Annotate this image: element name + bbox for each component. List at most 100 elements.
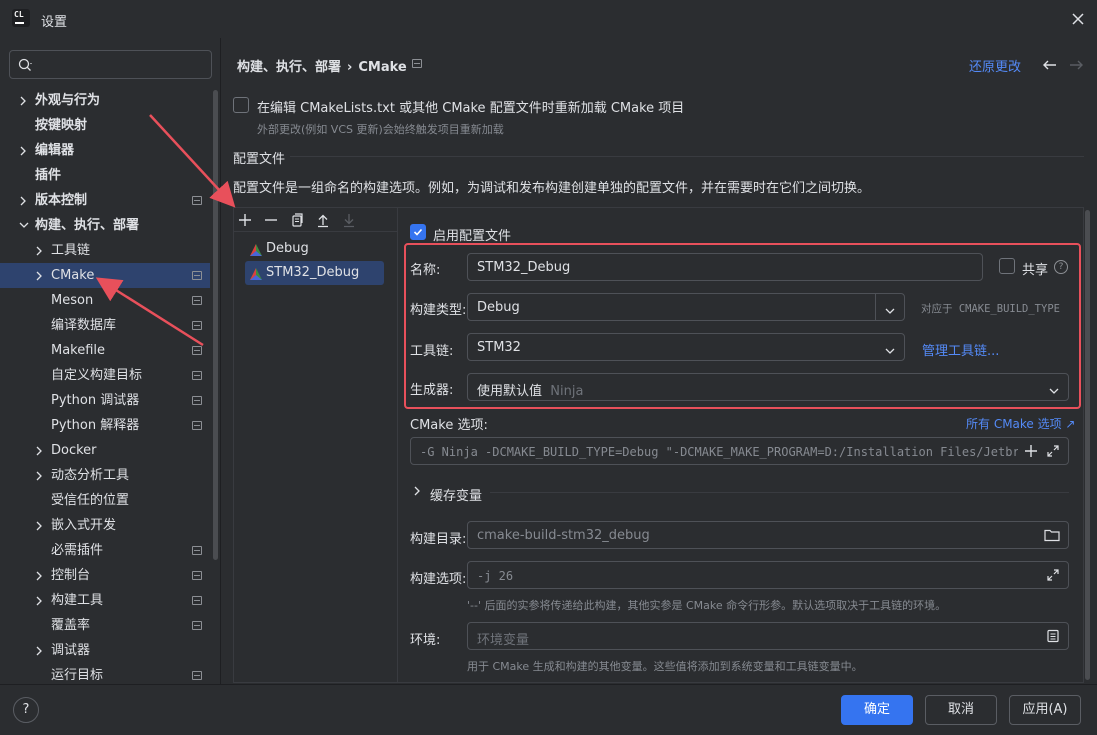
sidebar-item[interactable]: 必需插件 xyxy=(0,538,210,563)
sidebar-item-label: 外观与行为 xyxy=(35,93,101,108)
chevron-right-icon[interactable] xyxy=(33,238,45,263)
profile-name: Debug xyxy=(266,241,309,256)
breadcrumb-current: CMake xyxy=(358,60,407,75)
sidebar-item[interactable]: 嵌入式开发 xyxy=(0,513,210,538)
sidebar-item[interactable]: 运行目标 xyxy=(0,663,210,684)
toolchain-label: 工具链: xyxy=(410,344,454,359)
sidebar-item[interactable]: Docker xyxy=(0,438,210,463)
environment-placeholder: 环境变量 xyxy=(477,633,530,648)
sidebar-item[interactable]: 覆盖率 xyxy=(0,613,210,638)
content-scrollbar[interactable] xyxy=(1085,210,1090,680)
chevron-right-icon[interactable] xyxy=(33,588,45,613)
build-dir-input[interactable]: cmake-build-stm32_debug xyxy=(467,521,1069,549)
breadcrumb-parent[interactable]: 构建、执行、部署 xyxy=(237,60,341,75)
sidebar-item[interactable]: 自定义构建目标 xyxy=(0,363,210,388)
add-icon[interactable] xyxy=(237,212,253,228)
sidebar-item-label: 版本控制 xyxy=(35,193,88,208)
profile-item-debug[interactable]: Debug xyxy=(245,237,384,261)
sidebar-item[interactable]: 编译数据库 xyxy=(0,313,210,338)
help-button[interactable]: ? xyxy=(13,697,39,723)
sidebar-item[interactable]: 构建工具 xyxy=(0,588,210,613)
sidebar-item-label: CMake xyxy=(51,268,95,283)
sidebar-item[interactable]: Python 调试器 xyxy=(0,388,210,413)
share-checkbox[interactable] xyxy=(999,258,1015,274)
profile-name-input[interactable]: STM32_Debug xyxy=(467,253,983,281)
environment-input[interactable]: 环境变量 xyxy=(467,622,1069,650)
sidebar-item[interactable]: Python 解释器 xyxy=(0,413,210,438)
build-type-combobox[interactable]: Debug xyxy=(467,293,905,321)
expand-icon[interactable] xyxy=(1046,568,1060,586)
reset-changes-link[interactable]: 还原更改 xyxy=(969,56,1021,75)
toolchain-dropdown[interactable]: STM32 xyxy=(467,333,905,361)
share-help-icon[interactable]: ? xyxy=(1054,260,1068,274)
back-arrow-icon[interactable] xyxy=(1042,58,1058,76)
profile-item-stm32-debug[interactable]: STM32_Debug xyxy=(245,261,384,285)
generator-dropdown[interactable]: 使用默认值 Ninja xyxy=(467,373,1069,401)
chevron-right-icon[interactable] xyxy=(33,513,45,538)
sidebar-item[interactable]: 版本控制 xyxy=(0,188,210,213)
reload-on-edit-checkbox[interactable] xyxy=(233,97,249,113)
profiles-toolbar xyxy=(234,208,397,232)
sidebar-item[interactable]: Makefile xyxy=(0,338,210,363)
build-options-input[interactable]: -j 26 xyxy=(467,561,1069,589)
title-bar: CL 设置 xyxy=(0,0,1097,38)
chevron-down-icon[interactable] xyxy=(17,213,29,238)
chevron-right-icon[interactable] xyxy=(33,463,45,488)
profile-name-value: STM32_Debug xyxy=(477,260,571,275)
sidebar-item[interactable]: 动态分析工具 xyxy=(0,463,210,488)
chevron-right-icon[interactable] xyxy=(33,563,45,588)
chevron-right-icon[interactable] xyxy=(33,438,45,463)
insert-macro-icon[interactable] xyxy=(1024,444,1038,462)
chevron-right-icon[interactable] xyxy=(33,638,45,663)
profiles-list-divider[interactable] xyxy=(397,208,398,682)
chevron-right-icon[interactable] xyxy=(17,138,29,163)
project-level-icon xyxy=(192,371,202,380)
chevron-right-icon[interactable] xyxy=(17,188,29,213)
sidebar-scrollbar[interactable] xyxy=(213,90,218,560)
cancel-button[interactable]: 取消 xyxy=(925,695,997,725)
sidebar-item[interactable]: 插件 xyxy=(0,163,210,188)
cache-vars-divider xyxy=(490,492,1069,493)
expand-icon[interactable] xyxy=(1046,444,1060,462)
environment-label: 环境: xyxy=(410,633,441,648)
move-up-icon[interactable] xyxy=(315,212,331,228)
apply-button[interactable]: 应用(A) xyxy=(1009,695,1081,725)
sidebar-item[interactable]: 编辑器 xyxy=(0,138,210,163)
move-down-icon[interactable] xyxy=(341,212,357,228)
chevron-down-icon[interactable] xyxy=(884,304,896,319)
sidebar-item[interactable]: Meson xyxy=(0,288,210,313)
ok-button[interactable]: 确定 xyxy=(841,695,913,725)
project-level-icon xyxy=(192,296,202,305)
sidebar-item[interactable]: 构建、执行、部署 xyxy=(0,213,210,238)
folder-icon[interactable] xyxy=(1044,528,1060,546)
copy-icon[interactable] xyxy=(289,212,305,228)
remove-icon[interactable] xyxy=(263,212,279,228)
reload-hint: 外部更改(例如 VCS 更新)会始终触发项目重新加载 xyxy=(257,123,504,136)
sidebar-item[interactable]: 工具链 xyxy=(0,238,210,263)
breadcrumb: 构建、执行、部署 › CMake xyxy=(237,56,413,75)
sidebar-item-label: 调试器 xyxy=(51,643,91,658)
all-cmake-options-link[interactable]: 所有 CMake 选项 ↗ xyxy=(966,415,1076,432)
sidebar-item-label: 按键映射 xyxy=(35,118,88,133)
cache-vars-chevron-icon[interactable] xyxy=(412,485,422,501)
sidebar-item[interactable]: CMake xyxy=(0,263,210,288)
sidebar-divider[interactable] xyxy=(220,38,221,685)
sidebar-item[interactable]: 按键映射 xyxy=(0,113,210,138)
chevron-right-icon[interactable] xyxy=(17,88,29,113)
sidebar-item[interactable]: 受信任的位置 xyxy=(0,488,210,513)
cmake-options-input[interactable]: -G Ninja -DCMAKE_BUILD_TYPE=Debug "-DCMA… xyxy=(410,437,1069,465)
edit-list-icon[interactable] xyxy=(1046,629,1060,647)
sidebar-item[interactable]: 外观与行为 xyxy=(0,88,210,113)
forward-arrow-icon[interactable] xyxy=(1068,58,1084,76)
close-icon[interactable] xyxy=(1069,10,1087,28)
settings-search-input[interactable] xyxy=(9,50,212,79)
cache-vars-label[interactable]: 缓存变量 xyxy=(430,485,482,504)
generator-value: 使用默认值 Ninja xyxy=(477,384,584,399)
manage-toolchains-link[interactable]: 管理工具链... xyxy=(922,340,999,359)
enable-profile-checkbox[interactable] xyxy=(410,224,426,240)
sidebar-item[interactable]: 调试器 xyxy=(0,638,210,663)
sidebar-item[interactable]: 控制台 xyxy=(0,563,210,588)
build-options-label: 构建选项: xyxy=(410,572,467,587)
chevron-right-icon[interactable] xyxy=(33,263,45,288)
profiles-section-title: 配置文件 xyxy=(233,152,286,167)
